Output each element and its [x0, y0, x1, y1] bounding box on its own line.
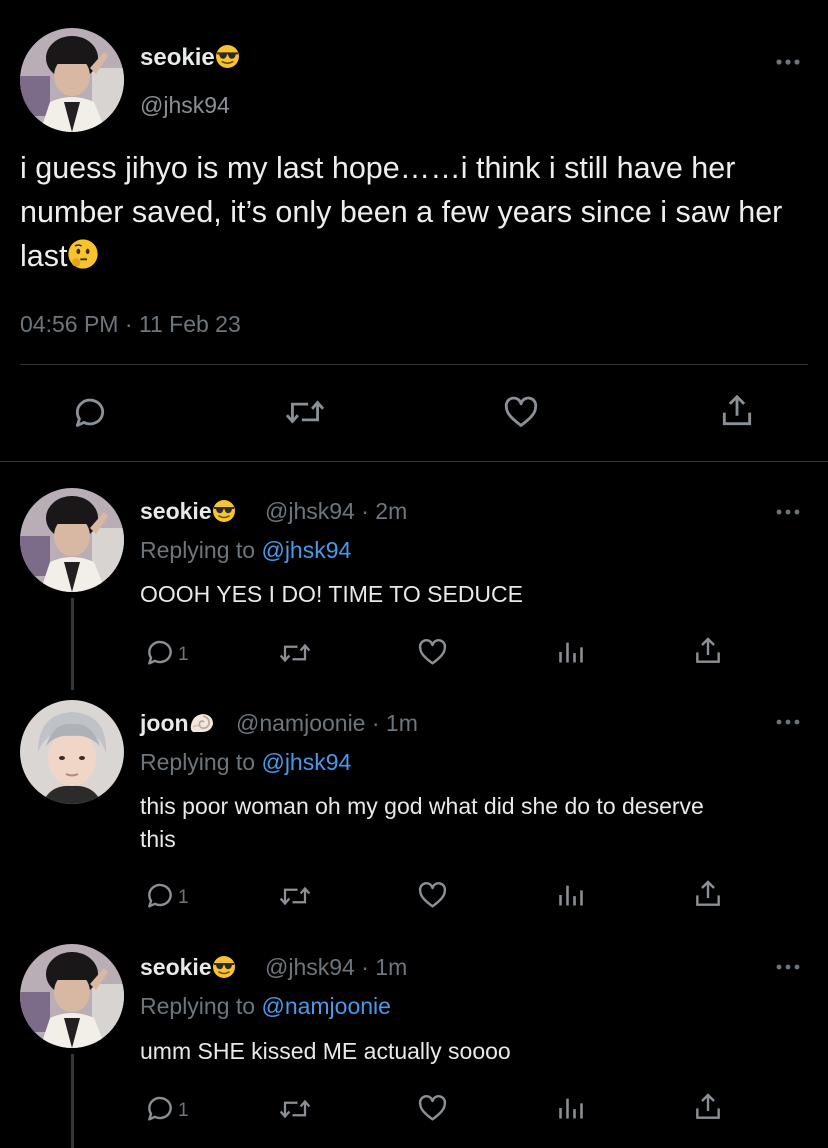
replying-to: Replying to @jhsk94 [140, 749, 352, 775]
retweet-icon[interactable] [276, 1094, 314, 1124]
tweet-thread-view: seokie @jhsk94 i guess jihyo is my last … [0, 0, 828, 1148]
display-name[interactable]: seokie [140, 954, 236, 981]
thread-line [71, 1054, 74, 1148]
tweet-meta[interactable]: @namjoonie · 1m [236, 710, 418, 737]
reply-text: this poor woman oh my god what did she d… [140, 793, 704, 852]
replying-to: Replying to @jhsk94 [140, 537, 352, 563]
avatar[interactable] [20, 700, 124, 804]
tweet-age: · 1m [361, 954, 408, 980]
reply-icon[interactable] [144, 879, 176, 911]
like-icon[interactable] [416, 879, 449, 911]
reply-icon[interactable] [71, 393, 109, 431]
reply-count: 1 [178, 644, 189, 665]
avatar[interactable] [20, 488, 124, 592]
avatar[interactable] [20, 944, 124, 1048]
share-icon[interactable] [692, 1090, 724, 1124]
handle[interactable]: @jhsk94 [265, 954, 355, 980]
reply-count: 1 [178, 887, 189, 908]
share-icon[interactable] [692, 634, 724, 668]
reply-icon[interactable] [144, 636, 176, 668]
sunglasses-emoji-icon [212, 500, 235, 522]
avatar[interactable] [20, 28, 124, 132]
like-icon[interactable] [416, 636, 449, 668]
sunglasses-emoji-icon [215, 45, 239, 68]
tweet-age: · 2m [361, 498, 408, 524]
replying-to: Replying to @namjoonie [140, 993, 391, 1019]
tweet-meta[interactable]: @jhsk94 · 1m [265, 954, 407, 981]
like-icon[interactable] [501, 393, 541, 431]
reply-icon[interactable] [144, 1092, 176, 1124]
thread-line [71, 598, 74, 690]
handle[interactable]: @jhsk94 [265, 498, 355, 524]
tweet-age: · 1m [371, 710, 418, 736]
sunglasses-emoji-icon [212, 956, 235, 978]
handle[interactable]: @jhsk94 [140, 92, 230, 119]
like-icon[interactable] [416, 1092, 449, 1124]
spiral-shell-emoji-icon [190, 714, 213, 732]
reply-count: 1 [178, 1100, 189, 1121]
mention-link[interactable]: @jhsk94 [261, 749, 351, 775]
divider [20, 364, 808, 365]
more-options-icon[interactable] [776, 508, 800, 518]
analytics-icon[interactable] [556, 638, 586, 666]
share-icon[interactable] [718, 391, 756, 431]
more-options-icon[interactable] [776, 58, 800, 68]
divider [0, 461, 828, 462]
display-name[interactable]: joon [140, 710, 215, 737]
more-options-icon[interactable] [776, 718, 800, 728]
display-name[interactable]: seokie [140, 498, 236, 525]
handle[interactable]: @namjoonie [236, 710, 365, 736]
display-name[interactable]: seokie [140, 44, 240, 72]
more-options-icon[interactable] [776, 963, 800, 973]
retweet-icon[interactable] [276, 638, 314, 668]
thinking-face-emoji-icon [68, 239, 99, 269]
mention-link[interactable]: @jhsk94 [261, 537, 351, 563]
analytics-icon[interactable] [556, 1094, 586, 1122]
tweet-timestamp[interactable]: 04:56 PM · 11 Feb 23 [20, 311, 241, 338]
retweet-icon[interactable] [283, 393, 327, 431]
mention-link[interactable]: @namjoonie [261, 993, 390, 1019]
reply-text: OOOH YES I DO! TIME TO SEDUCE [140, 581, 523, 607]
tweet-meta[interactable]: @jhsk94 · 2m [265, 498, 407, 525]
analytics-icon[interactable] [556, 881, 586, 909]
share-icon[interactable] [692, 877, 724, 911]
retweet-icon[interactable] [276, 881, 314, 911]
reply-text: umm SHE kissed ME actually soooo [140, 1038, 511, 1064]
tweet-text: i guess jihyo is my last hope……i think i… [20, 151, 783, 273]
